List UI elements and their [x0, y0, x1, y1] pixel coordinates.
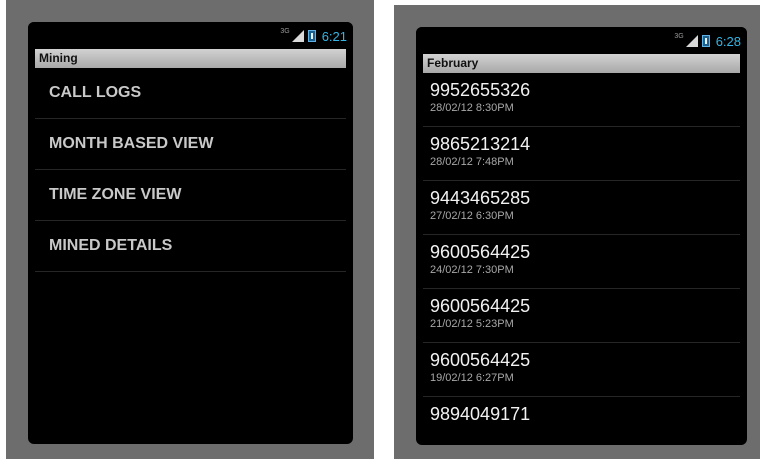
phone-number: 9894049171 [430, 404, 531, 424]
network-type-label: 3G [280, 27, 290, 35]
call-timestamp: 28/02/12 7:48PM [430, 156, 514, 168]
month-title-bar: February [423, 54, 740, 73]
right-device-frame: 3G 6:28 February 9952655326 28/02/12 8:3… [394, 5, 760, 459]
app-title-bar: Mining [35, 49, 346, 68]
call-log-row[interactable]: 9443465285 27/02/12 6:30PM [423, 181, 740, 235]
call-log-row[interactable]: 9894049171 [423, 397, 740, 445]
status-clock: 6:28 [715, 33, 741, 49]
phone-number: 9600564425 [430, 296, 531, 316]
phone-number: 9600564425 [430, 350, 531, 370]
right-screen: 3G 6:28 February 9952655326 28/02/12 8:3… [416, 27, 747, 445]
call-log-row[interactable]: 9865213214 28/02/12 7:48PM [423, 127, 740, 181]
call-log-list: 9952655326 28/02/12 8:30PM 9865213214 28… [423, 73, 740, 445]
menu-item-time-zone-view[interactable]: TIME ZONE VIEW [35, 170, 346, 221]
menu-item-month-based-view[interactable]: MONTH BASED VIEW [35, 119, 346, 170]
status-icons: 3G 6:28 [674, 32, 741, 50]
battery-icon [701, 35, 710, 47]
call-log-row[interactable]: 9600564425 19/02/12 6:27PM [423, 343, 740, 397]
battery-icon [307, 30, 316, 42]
status-icons: 3G 6:21 [280, 27, 347, 45]
signal-icon [685, 35, 698, 47]
call-timestamp: 27/02/12 6:30PM [430, 210, 514, 222]
status-bar: 3G 6:21 [28, 22, 353, 48]
left-screen: 3G 6:21 Mining CALL LOGS MONTH BASED VIE… [28, 22, 353, 444]
signal-icon [291, 30, 304, 42]
phone-number: 9952655326 [430, 80, 531, 100]
status-bar: 3G 6:28 [416, 27, 747, 53]
network-type-label: 3G [674, 32, 684, 40]
phone-number: 9443465285 [430, 188, 531, 208]
status-clock: 6:21 [321, 28, 347, 44]
left-device-frame: 3G 6:21 Mining CALL LOGS MONTH BASED VIE… [6, 0, 374, 459]
call-log-row[interactable]: 9952655326 28/02/12 8:30PM [423, 73, 740, 127]
call-timestamp: 21/02/12 5:23PM [430, 318, 514, 330]
call-timestamp: 19/02/12 6:27PM [430, 372, 514, 384]
main-menu-list: CALL LOGS MONTH BASED VIEW TIME ZONE VIE… [35, 68, 346, 272]
menu-item-mined-details[interactable]: MINED DETAILS [35, 221, 346, 272]
phone-number: 9865213214 [430, 134, 531, 154]
call-timestamp: 24/02/12 7:30PM [430, 264, 514, 276]
call-log-row[interactable]: 9600564425 24/02/12 7:30PM [423, 235, 740, 289]
menu-item-call-logs[interactable]: CALL LOGS [35, 68, 346, 119]
phone-number: 9600564425 [430, 242, 531, 262]
call-timestamp: 28/02/12 8:30PM [430, 102, 514, 114]
call-log-row[interactable]: 9600564425 21/02/12 5:23PM [423, 289, 740, 343]
